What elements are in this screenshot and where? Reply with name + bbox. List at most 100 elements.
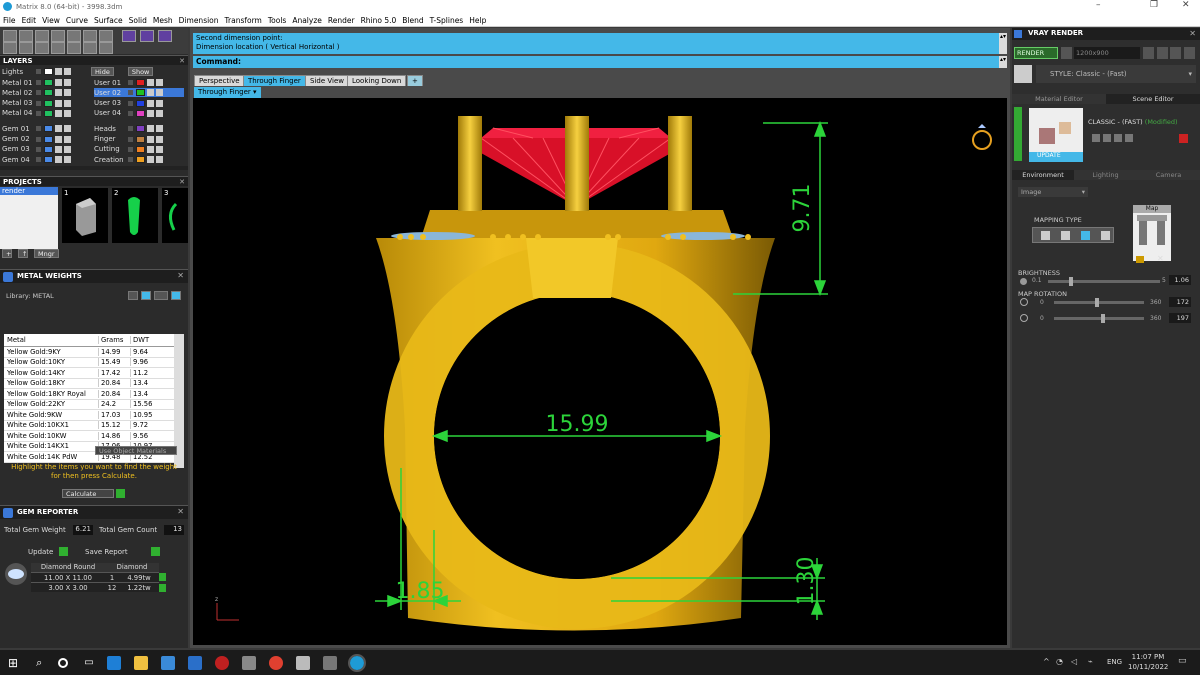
toolbar-tool-icon[interactable] [158, 30, 172, 42]
viewport-label[interactable]: Through Finger ▾ [194, 87, 261, 98]
layer-color[interactable] [44, 79, 53, 86]
table-row[interactable]: Yellow Gold:14KY 17.42 11.2 [4, 368, 174, 379]
volume-icon[interactable]: ◁ [1071, 657, 1077, 666]
preset-delete-icon[interactable] [1179, 134, 1188, 143]
table-row[interactable]: Yellow Gold:10KY 15.49 9.96 [4, 358, 174, 368]
library-option-button[interactable] [171, 291, 181, 300]
mapping-box-icon[interactable] [1061, 231, 1070, 240]
save-report-button[interactable]: Save Report [85, 548, 128, 556]
brightness-slider-thumb[interactable] [1069, 277, 1074, 286]
calculate-button[interactable]: Calculate [62, 489, 114, 498]
map-clear-icon[interactable]: ✕ [1157, 254, 1167, 263]
toolbar-tool-icon[interactable] [67, 42, 81, 54]
lock-icon[interactable] [55, 79, 62, 86]
layer-color[interactable] [44, 109, 53, 117]
layer-row[interactable]: User 01 [94, 78, 184, 87]
layer-row[interactable]: Metal 02 [2, 88, 92, 97]
preset-tool-icon[interactable] [1092, 134, 1100, 142]
layer-color[interactable] [136, 89, 145, 97]
edge-icon[interactable] [106, 655, 121, 670]
menu-blend[interactable]: Blend [402, 16, 423, 25]
layer-row[interactable]: User 03 [94, 99, 184, 108]
preset-update-button[interactable]: UPDATE [1037, 152, 1061, 159]
render-tool-icon[interactable] [1170, 47, 1181, 59]
table-row[interactable]: Yellow Gold:18KY Royal 20.84 13.4 [4, 389, 174, 400]
search-icon[interactable]: ⌕ [36, 656, 42, 670]
clock-date[interactable]: 10/11/2022 [1128, 663, 1168, 671]
brightness-value[interactable]: 1.06 [1169, 275, 1191, 285]
lock-icon[interactable] [147, 156, 154, 164]
up-project-button[interactable]: ↑ [18, 249, 28, 258]
minimize-icon[interactable]: – [1096, 0, 1101, 10]
project-thumb-1[interactable]: 1 [62, 188, 108, 243]
add-viewport-button[interactable]: + [407, 75, 423, 86]
layer-row[interactable]: Gem 04 [2, 155, 92, 164]
tab-perspective[interactable]: Perspective [194, 75, 245, 86]
viewport-through-finger[interactable]: 9.71 15.99 1.85 1.30 z [193, 98, 1007, 645]
lock-icon[interactable] [55, 99, 62, 107]
visibility-icon[interactable] [64, 99, 71, 107]
visibility-icon[interactable] [64, 79, 71, 86]
menu-edit[interactable]: Edit [22, 16, 37, 25]
render-options-icon[interactable] [1061, 47, 1072, 59]
menu-rhino[interactable]: Rhino 5.0 [361, 16, 397, 25]
visibility-icon[interactable] [156, 156, 163, 164]
lights-color[interactable] [44, 68, 53, 75]
map-preview[interactable]: Map [1133, 205, 1171, 261]
layer-toggle[interactable] [36, 90, 41, 96]
library-option-button[interactable] [141, 291, 151, 300]
visibility-icon[interactable] [156, 99, 163, 107]
gem-go-icon[interactable] [159, 573, 166, 581]
layer-toggle[interactable] [36, 80, 41, 85]
visibility-icon[interactable] [64, 89, 71, 97]
render-tool-icon[interactable] [1143, 47, 1154, 59]
visibility-icon[interactable] [64, 125, 71, 133]
update-go-icon[interactable] [59, 547, 68, 556]
gem-row[interactable]: 11.00 X 11.00 1 4.99tw [31, 572, 159, 582]
tray-chevron-icon[interactable]: ^ [1043, 657, 1050, 666]
lock-icon[interactable] [147, 109, 154, 117]
cortana-icon[interactable] [58, 657, 69, 668]
show-button[interactable]: Show [127, 67, 154, 76]
project-thumb-3[interactable]: 3 [162, 188, 188, 243]
menu-help[interactable]: Help [469, 16, 486, 25]
layer-toggle[interactable] [36, 110, 41, 116]
preset-tool-icon[interactable] [1103, 134, 1111, 142]
layer-row[interactable]: Creation [94, 155, 184, 164]
layer-row[interactable]: Gem 01 [2, 124, 92, 133]
layer-toggle[interactable] [128, 80, 133, 85]
toolbar-tool-icon[interactable] [99, 30, 113, 42]
visibility-icon[interactable] [156, 89, 163, 97]
lights-lock-icon[interactable] [55, 68, 62, 75]
toolbar-tool-icon[interactable] [51, 42, 65, 54]
tab-lighting[interactable]: Lighting [1074, 170, 1137, 180]
layer-color[interactable] [136, 135, 145, 143]
calculate-go-icon[interactable] [116, 489, 125, 498]
windows-start-icon[interactable]: ⊞ [8, 656, 18, 670]
visibility-icon[interactable] [156, 145, 163, 153]
tab-environment[interactable]: Environment [1012, 170, 1074, 180]
preset-tool-icon[interactable] [1125, 134, 1133, 142]
lock-icon[interactable] [55, 145, 62, 153]
render-button[interactable]: RENDER [1014, 47, 1058, 59]
layer-toggle[interactable] [128, 90, 133, 96]
toolbar-tool-icon[interactable] [140, 30, 154, 42]
menu-tools[interactable]: Tools [268, 16, 286, 25]
table-row[interactable]: Yellow Gold:22KY 24.2 15.56 [4, 400, 174, 410]
menu-curve[interactable]: Curve [66, 16, 88, 25]
tray-app-icon[interactable]: ◔ [1056, 657, 1063, 666]
toolbar-tool-icon[interactable] [19, 30, 33, 42]
lock-icon[interactable] [55, 125, 62, 133]
clock-time[interactable]: 11:07 PM [1130, 653, 1166, 661]
gem-go-icon[interactable] [159, 584, 166, 592]
layer-row[interactable]: Metal 04 [2, 109, 92, 118]
toolbar-tool-icon[interactable] [83, 42, 97, 54]
layer-toggle[interactable] [128, 126, 133, 132]
toolbar-tool-icon[interactable] [122, 30, 136, 42]
layer-toggle[interactable] [128, 136, 133, 142]
layer-toggle[interactable] [128, 146, 133, 152]
environment-type-dropdown[interactable]: Image ▾ [1018, 187, 1088, 197]
close-icon[interactable]: ✕ [179, 56, 185, 66]
hide-button[interactable]: Hide [91, 67, 114, 76]
tab-side-view[interactable]: Side View [305, 75, 349, 86]
